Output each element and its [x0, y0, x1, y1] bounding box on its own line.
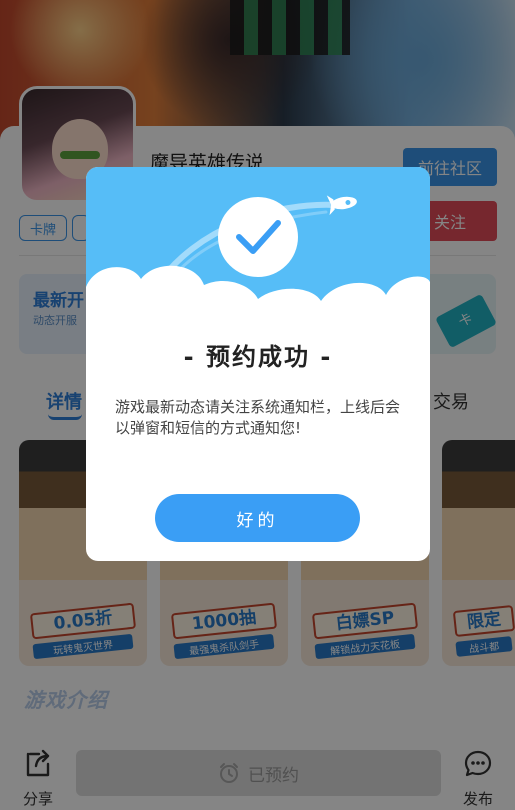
ok-button[interactable]: 好的 [155, 494, 360, 542]
dialog-message: 游戏最新动态请关注系统通知栏，上线后会以弹窗和短信的方式通知您! [115, 398, 401, 437]
dialog-header-art [86, 167, 430, 327]
success-check-icon [218, 197, 298, 277]
dialog-title: - 预约成功 - [183, 343, 333, 371]
reservation-success-dialog: - 预约成功 - 游戏最新动态请关注系统通知栏，上线后会以弹窗和短信的方式通知您… [86, 167, 430, 561]
